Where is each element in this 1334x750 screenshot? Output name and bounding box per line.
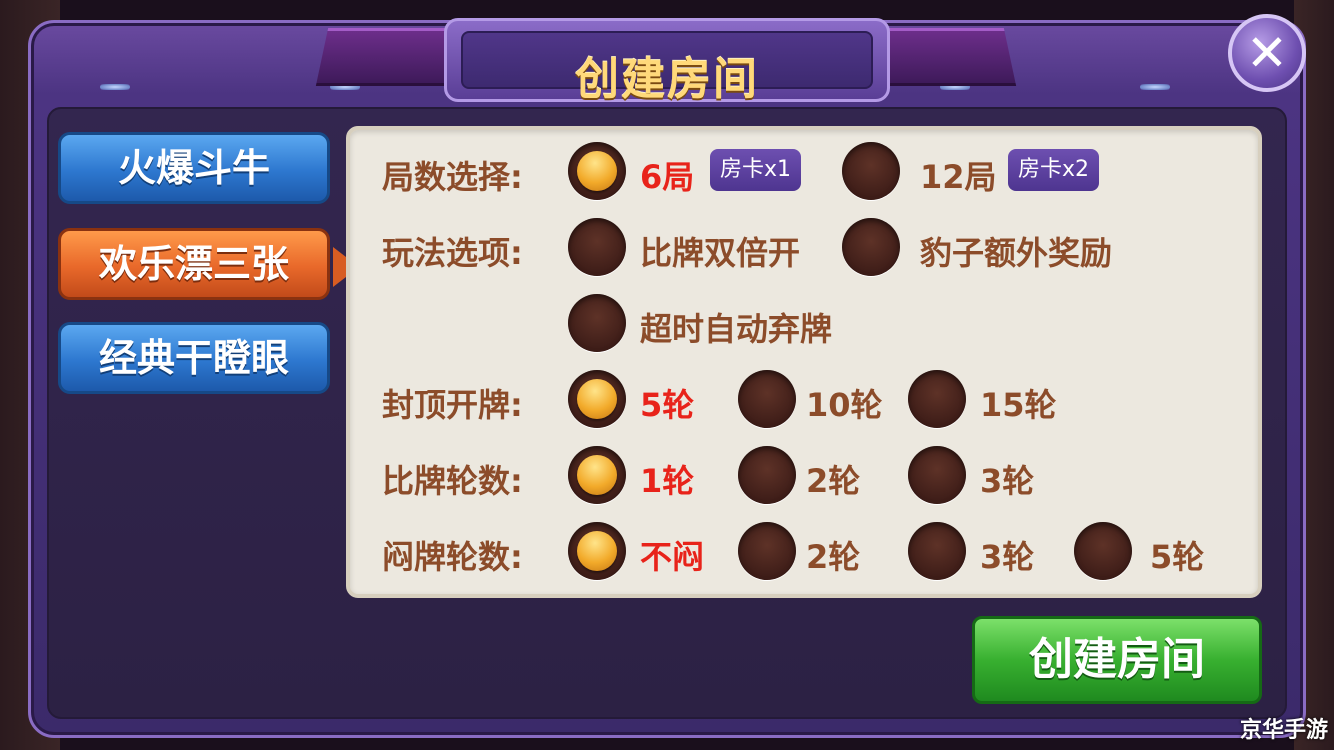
close-button[interactable]: ✕ (1228, 14, 1306, 92)
compare-option-2[interactable]: 2轮 (738, 446, 878, 506)
radio-button[interactable] (1074, 522, 1132, 580)
tab-huobao-douniu[interactable]: 火爆斗牛 (58, 132, 330, 204)
cap-option-15[interactable]: 15轮 (908, 370, 1068, 430)
option-label: 比牌双倍开 (640, 234, 801, 272)
compare-label: 比牌轮数: (382, 462, 523, 500)
option-label: 豹子额外奖励 (920, 234, 1113, 272)
rivet (100, 84, 130, 90)
tab-label: 欢乐漂三张 (98, 242, 289, 286)
compare-option-1[interactable]: 1轮 (568, 446, 708, 506)
radio-button[interactable] (908, 370, 966, 428)
option-label: 1轮 (640, 462, 695, 500)
radio-button[interactable] (842, 218, 900, 276)
blind-label: 闷牌轮数: (382, 538, 523, 576)
option-label: 12局 (920, 158, 997, 196)
radio-button[interactable] (568, 218, 626, 276)
play-option-double-compare[interactable]: 比牌双倍开 (568, 218, 828, 278)
play-option-auto-fold[interactable]: 超时自动弃牌 (568, 294, 868, 354)
radio-button[interactable] (908, 446, 966, 504)
option-label: 6局 (640, 158, 695, 196)
tab-jingdian-gandengyan[interactable]: 经典干瞪眼 (58, 322, 330, 394)
radio-button[interactable] (568, 446, 626, 504)
radio-button[interactable] (738, 522, 796, 580)
option-label: 3轮 (980, 462, 1035, 500)
play-option-leopard-bonus[interactable]: 豹子额外奖励 (842, 218, 1152, 278)
dialog-title: 创建房间 (575, 54, 759, 105)
tab-label: 火爆斗牛 (117, 146, 270, 190)
create-room-button[interactable]: 创建房间 (972, 616, 1262, 704)
option-label: 3轮 (980, 538, 1035, 576)
radio-button[interactable] (568, 522, 626, 580)
tab-label: 经典干瞪眼 (98, 336, 289, 380)
options-panel: 局数选择: 6局 房卡x1 12局 房卡x2 玩法选项: 比牌双倍开 豹子额外奖… (346, 126, 1262, 598)
rivet (1140, 84, 1170, 90)
option-label: 2轮 (806, 462, 861, 500)
radio-button[interactable] (568, 370, 626, 428)
rounds-option-6[interactable]: 6局 房卡x1 (568, 142, 818, 202)
title-plate: 创建房间 (444, 18, 890, 105)
radio-button[interactable] (568, 142, 626, 200)
cap-label: 封顶开牌: (382, 386, 523, 424)
close-icon: ✕ (1246, 24, 1288, 82)
blind-option-5[interactable]: 5轮 (1074, 522, 1234, 582)
watermark: 京华手游 (1239, 718, 1328, 743)
cap-option-10[interactable]: 10轮 (738, 370, 888, 430)
radio-button[interactable] (738, 446, 796, 504)
option-label: 15轮 (980, 386, 1057, 424)
option-label: 不闷 (640, 538, 705, 576)
option-label: 10轮 (806, 386, 883, 424)
cap-option-5[interactable]: 5轮 (568, 370, 708, 430)
blind-option-2[interactable]: 2轮 (738, 522, 878, 582)
rounds-option-12[interactable]: 12局 房卡x2 (842, 142, 1112, 202)
play-label: 玩法选项: (382, 234, 523, 272)
radio-button[interactable] (908, 522, 966, 580)
rounds-label: 局数选择: (382, 158, 523, 196)
blind-option-3[interactable]: 3轮 (908, 522, 1058, 582)
room-card-badge: 房卡x1 (710, 149, 802, 191)
option-label: 超时自动弃牌 (640, 310, 833, 348)
radio-button[interactable] (738, 370, 796, 428)
radio-button[interactable] (568, 294, 626, 352)
tab-huanle-piaosanzhang[interactable]: 欢乐漂三张 (58, 228, 359, 300)
option-label: 5轮 (1150, 538, 1205, 576)
create-room-button-label: 创建房间 (1029, 634, 1205, 685)
compare-option-3[interactable]: 3轮 (908, 446, 1058, 506)
radio-button[interactable] (842, 142, 900, 200)
option-label: 2轮 (806, 538, 861, 576)
room-card-badge: 房卡x2 (1008, 149, 1100, 191)
option-label: 5轮 (640, 386, 695, 424)
blind-option-none[interactable]: 不闷 (568, 522, 718, 582)
